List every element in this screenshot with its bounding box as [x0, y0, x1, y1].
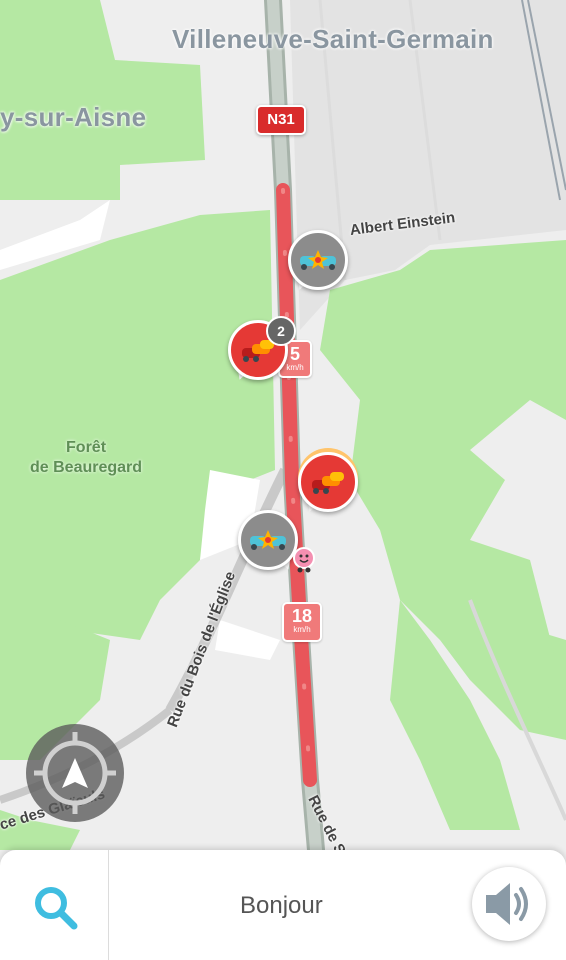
- road-shield-n31: N31: [256, 105, 306, 135]
- speed-value: 18: [291, 606, 313, 626]
- accident-icon: [238, 510, 298, 570]
- accident-icon: [288, 230, 348, 290]
- speaker-icon: [486, 883, 528, 925]
- search-button[interactable]: [30, 882, 80, 932]
- traffic-jam-icon: [298, 452, 358, 512]
- map-view[interactable]: Villeneuve-Saint-Germain y-sur-Aisne For…: [0, 0, 566, 850]
- greeting-text: Bonjour: [240, 892, 323, 919]
- poi-label-forest-line2: de Beauregard: [30, 459, 143, 476]
- report-count-badge: 2: [266, 316, 296, 346]
- place-label-sur-aisne: y-sur-Aisne: [0, 102, 147, 132]
- recenter-icon: [34, 732, 116, 814]
- poi-label-forest-line1: Forêt: [66, 439, 107, 456]
- bottom-bar-divider: [108, 850, 109, 960]
- place-label-villeneuve: Villeneuve-Saint-Germain: [172, 24, 494, 54]
- bottom-bar: Bonjour: [0, 850, 566, 960]
- speed-unit: km/h: [286, 363, 304, 372]
- speed-unit: km/h: [293, 625, 311, 634]
- sound-button[interactable]: [472, 867, 546, 941]
- recenter-button[interactable]: [26, 724, 124, 822]
- wazer-icon[interactable]: [292, 546, 316, 574]
- poi-label-forest: Forêt de Beauregard: [30, 438, 142, 478]
- search-icon: [35, 887, 78, 930]
- speed-label-18: 18 km/h: [282, 602, 322, 642]
